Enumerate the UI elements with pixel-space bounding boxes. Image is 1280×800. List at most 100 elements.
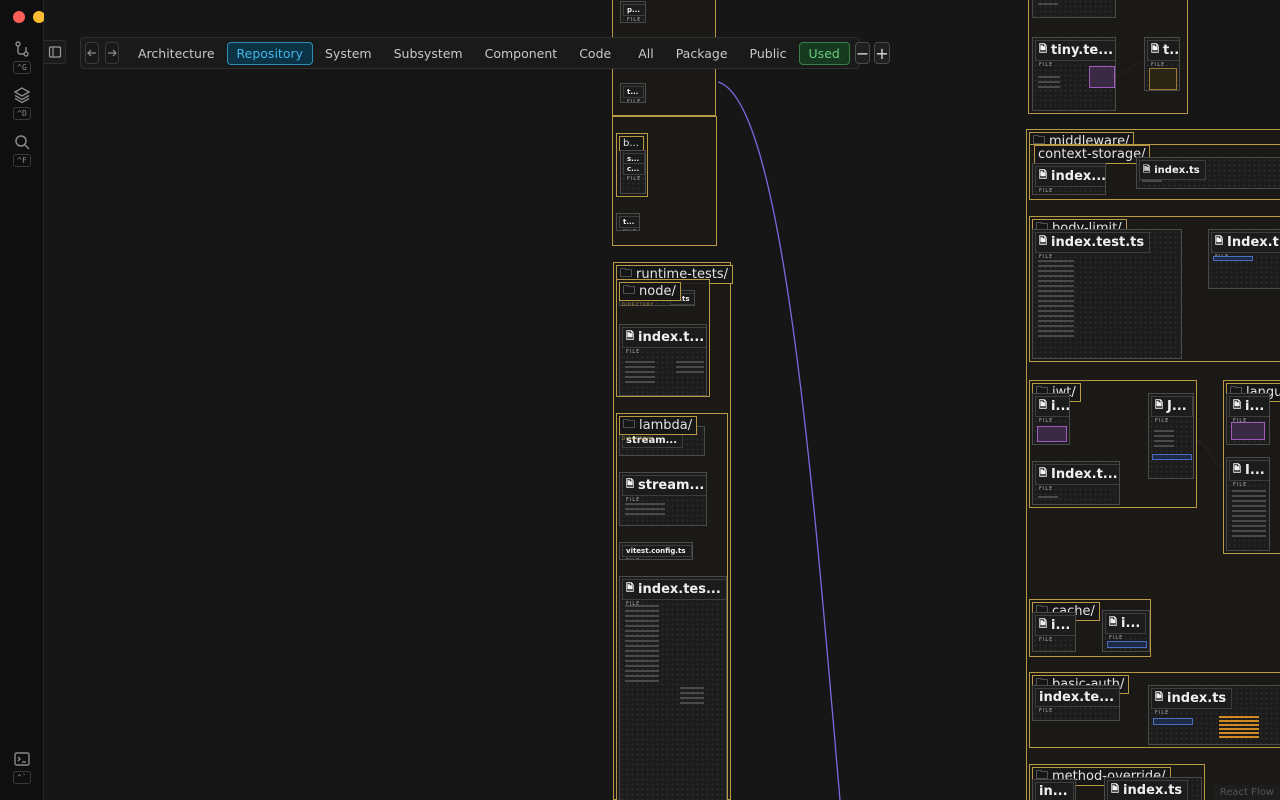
directory-middleware[interactable]: 🗀middleware/DIRECTORY context-storage/DI… [1026, 129, 1280, 800]
file-node[interactable]: vitest.config.tsFILE [619, 542, 693, 560]
file-node[interactable]: t...FILE [616, 213, 640, 231]
filter-public[interactable]: Public [740, 42, 797, 65]
sidebar-toggle-button[interactable] [44, 40, 66, 64]
file-node-title: p... FILE [623, 4, 645, 22]
filter-all[interactable]: All [628, 42, 664, 65]
shortcut-label: ^G [13, 61, 31, 74]
file-node-title: 🗎t...FILE [1147, 40, 1179, 68]
directory-node[interactable]: 🗎tiny.te...FILE 🗎t...FILE [1028, 0, 1188, 114]
app-window: ^G ^D ^F ^` p... FILE t... FILE b... s..… [0, 0, 1280, 800]
file-node[interactable]: 🗎 J... FILE [1148, 393, 1194, 479]
level-component[interactable]: Component [475, 42, 568, 65]
rail-git-button[interactable]: ^G [9, 40, 35, 74]
directory-node[interactable]: b... s... c...FILE t...FILE [612, 116, 717, 246]
file-node-title: 🗎 index.test.ts FILE [1035, 232, 1151, 260]
level-repository[interactable]: Repository [226, 41, 313, 65]
file-node[interactable]: 🗎 index.t... FILE [619, 324, 707, 396]
file-node-title: t...FILE [623, 86, 645, 102]
file-node-title: 🗎 index.ts [1139, 160, 1206, 180]
rail-terminal-button[interactable]: ^` [9, 750, 35, 784]
file-node-title: 🗎 index.ts [1107, 780, 1189, 800]
directory-label: 🗀 lambda/DIRECTORY [619, 416, 698, 441]
file-node[interactable]: in...FILE [1032, 779, 1076, 800]
level-subsystem[interactable]: Subsystem [384, 42, 473, 65]
file-node-title: 🗎 index.ts FILE [1151, 688, 1233, 716]
file-node-title: 🗎 tiny.te... FILE [1035, 40, 1115, 68]
shortcut-label: ^D [13, 107, 31, 120]
directory-cache[interactable]: 🗀cache/DIRECTORY 🗎i...FILE 🗎i...FILE [1029, 599, 1151, 657]
file-node-title: 🗎 index... FILE [1035, 166, 1105, 194]
search-icon [15, 135, 30, 150]
directory-node[interactable]: b... s... c... FILE [616, 133, 648, 197]
file-node-title: 🗎 i... FILE [1105, 613, 1147, 641]
file-node[interactable]: 🗎 tiny.te... FILE [1032, 37, 1116, 111]
file-node-title: 🗎Index.t...FILE [1211, 232, 1280, 260]
directory-context-storage[interactable]: context-storage/DIRECTORY 🗎index...FILE … [1029, 144, 1280, 200]
sidebar-icon [48, 46, 61, 58]
file-node-title: 🗎 index.tes... FILE [622, 579, 726, 607]
file-node[interactable]: 🗎 i... FILE [1032, 612, 1076, 652]
rail-layers-button[interactable]: ^D [9, 86, 35, 120]
file-node[interactable]: s... c... FILE [620, 150, 646, 194]
file-node-title: 🗎 stream... FILE [622, 475, 706, 503]
file-node-title: 🗎 i... FILE [1035, 615, 1075, 643]
terminal-icon [14, 752, 30, 766]
directory-basic-auth[interactable]: 🗀basic-auth/DIRECTORY index.te...FILE 🗎i… [1029, 672, 1280, 748]
react-flow-attribution[interactable]: React Flow [1213, 785, 1280, 800]
directory-label: b... [619, 136, 644, 151]
forward-button[interactable] [105, 42, 119, 64]
zoom-out-button[interactable]: − [854, 42, 871, 64]
arrow-right-icon [108, 49, 117, 57]
file-node[interactable]: 🗎 index.ts FILE [1148, 685, 1280, 745]
file-node[interactable]: 🗎Index.t...FILE [1032, 461, 1120, 505]
level-architecture[interactable]: Architecture [128, 42, 225, 65]
file-node[interactable] [1032, 0, 1116, 18]
directory-node[interactable]: ...ts 🗀 node/DIRECTORY 🗎 index.t... FILE [616, 279, 710, 397]
level-system[interactable]: System [315, 42, 382, 65]
view-toolbar: Architecture Repository System Subsystem… [80, 37, 890, 69]
file-node-title: vitest.config.tsFILE [622, 545, 692, 559]
file-node-title: in...FILE [1035, 782, 1074, 800]
file-node-title: 🗎 i... FILE [1035, 396, 1069, 424]
file-node-title: 🗎 I... FILE [1229, 460, 1269, 488]
file-node[interactable]: 🗎 i... FILE [1032, 393, 1070, 445]
file-node-title: 🗎Index.t...FILE [1035, 464, 1119, 492]
file-node[interactable]: 🗎 stream... FILE [619, 472, 707, 526]
zoom-in-button[interactable]: + [874, 42, 890, 64]
directory-runtime-tests[interactable]: 🗀runtime-tests/DIRECTORY ...ts 🗀node/DIR… [613, 262, 734, 800]
file-node[interactable]: 🗎 index.ts [1104, 777, 1202, 800]
file-node[interactable]: 🗎 index.test.ts FILE [1032, 229, 1182, 359]
directory-lambda[interactable]: stream... 🗀 lambda/DIRECTORY 🗎 stream... FI… [616, 413, 728, 800]
back-button[interactable] [85, 42, 99, 64]
file-node[interactable]: 🗎Index.t...FILE [1208, 229, 1280, 289]
rail-search-button[interactable]: ^F [9, 133, 35, 167]
file-node[interactable]: index.te... FILE [1032, 685, 1120, 721]
directory-langu[interactable]: 🗀langu...DIRECTORY 🗎i...FILE 🗎I...FILE [1223, 380, 1280, 554]
close-window-button[interactable] [13, 11, 25, 23]
layers-icon [13, 87, 31, 104]
directory-label: 🗀 node/DIRECTORY [619, 282, 681, 307]
shortcut-label: ^` [13, 771, 31, 784]
file-node[interactable]: 🗎 I... FILE [1226, 457, 1270, 551]
git-branch-icon [15, 41, 29, 57]
directory-body-limit[interactable]: 🗀body-limit/DIRECTORY 🗎index.test.tsFILE… [1029, 216, 1280, 362]
file-node[interactable]: 🗎 i... FILE [1102, 610, 1150, 652]
directory-method-override[interactable]: 🗀method-override/DIRECTORY in...FILE 🗎in… [1029, 764, 1205, 800]
directory-jwt[interactable]: 🗀jwt/DIRECTORY 🗎i...FILE 🗎J...FILE 🗎Inde… [1029, 380, 1197, 508]
filter-package[interactable]: Package [666, 42, 738, 65]
level-code[interactable]: Code [569, 42, 621, 65]
graph-canvas[interactable]: p... FILE t... FILE b... s... c... FILE t..… [44, 0, 1280, 800]
file-node-title: 🗎 i... FILE [1229, 396, 1269, 424]
arrow-left-icon [87, 49, 96, 57]
filter-used[interactable]: Used [798, 41, 850, 65]
file-node[interactable]: t...FILE [620, 83, 646, 103]
directory-label: context-storage/DIRECTORY [1034, 145, 1151, 170]
file-node-title: t...FILE [619, 216, 639, 230]
file-node[interactable]: 🗎t...FILE [1144, 37, 1180, 91]
file-node[interactable]: 🗎 index.ts [1136, 157, 1280, 189]
file-node[interactable]: 🗎 index... FILE [1032, 163, 1106, 195]
file-node[interactable]: 🗎 index.tes... FILE [619, 576, 727, 800]
left-rail: ^G ^D ^F ^` [0, 0, 65, 800]
file-node[interactable]: p... FILE [620, 1, 646, 23]
file-node[interactable]: 🗎 i... FILE [1226, 393, 1270, 445]
